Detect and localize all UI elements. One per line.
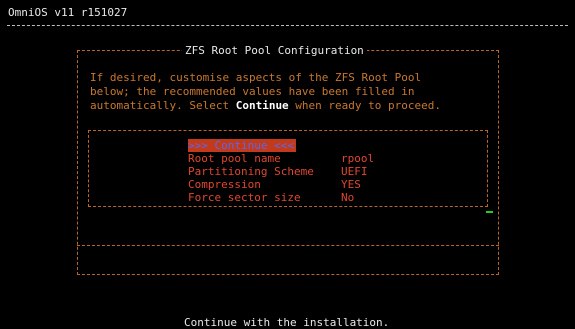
value-compression: YES [341,178,361,191]
description-line-3: automatically. Select Continue when read… [90,99,441,112]
value-root-pool-name: rpool [341,152,375,165]
scroll-cursor [486,211,493,213]
title-separator [7,25,568,26]
description-line-3-end: when ready to proceed. [288,99,442,112]
dialog-divider [77,245,499,246]
dialog-title: ZFS Root Pool Configuration [182,44,367,57]
value-partitioning-scheme: UEFI [341,165,368,178]
menu-item-force-sector-size[interactable]: Force sector size [188,191,301,204]
value-force-sector-size: No [341,191,355,204]
menu-item-continue[interactable]: >>> Continue <<< [188,139,296,152]
window-title: OmniOS v11 r151027 [8,6,128,19]
menu-item-partitioning-scheme[interactable]: Partitioning Scheme [188,165,314,178]
description-line-2: below; the recommended values have been … [90,85,415,98]
description-line-3-start: automatically. Select [90,99,236,112]
menu-item-compression[interactable]: Compression [188,178,261,191]
menu-item-root-pool-name[interactable]: Root pool name [188,152,281,165]
help-text: Continue with the installation. [184,316,390,329]
continue-keyword: Continue [235,99,289,112]
description-line-1: If desired, customise aspects of the ZFS… [90,71,422,84]
